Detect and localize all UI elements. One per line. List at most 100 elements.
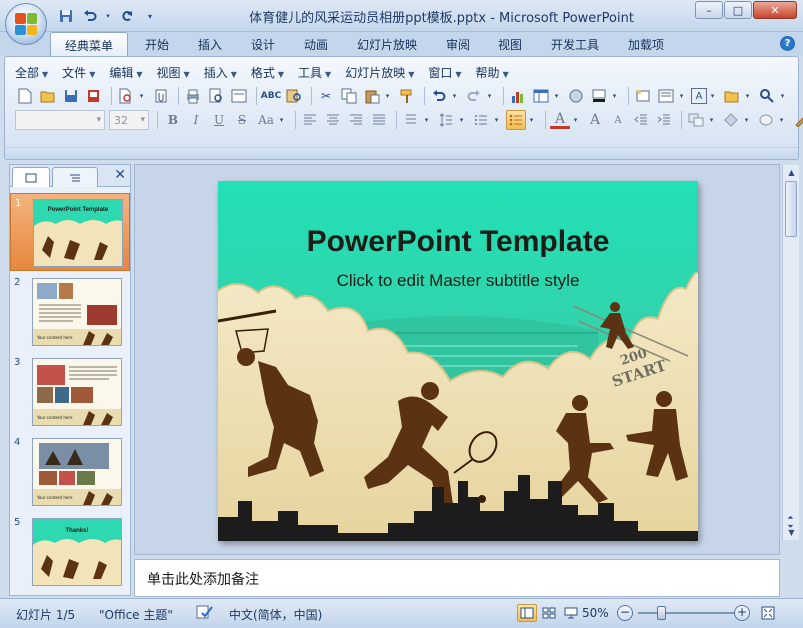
quick-styles-icon[interactable]: [721, 110, 741, 130]
menu-all[interactable]: 全部 ▼: [15, 64, 48, 82]
redo-icon[interactable]: [464, 86, 484, 106]
insert-clipart-icon[interactable]: [566, 86, 586, 106]
decrease-indent-icon[interactable]: [631, 110, 651, 130]
strikethrough-button[interactable]: S: [231, 110, 253, 130]
zoom-slider-thumb[interactable]: [656, 606, 666, 620]
font-size-combo[interactable]: 32: [109, 110, 149, 130]
open-folder-icon[interactable]: [722, 86, 742, 106]
tab-review[interactable]: 审阅: [446, 36, 470, 53]
normal-view-icon[interactable]: [517, 604, 537, 622]
fill-color-icon[interactable]: [589, 86, 609, 106]
undo-dropdown-icon[interactable]: ▾: [449, 86, 460, 106]
paste-dropdown-icon[interactable]: ▾: [382, 86, 393, 106]
tab-slides[interactable]: [12, 167, 50, 187]
quick-styles-dropdown-icon[interactable]: ▾: [741, 110, 752, 130]
next-slide-icon[interactable]: ⏷: [787, 522, 793, 531]
tab-outline[interactable]: [52, 167, 98, 187]
language-indicator[interactable]: 中文(简体，中国): [229, 606, 322, 623]
insert-table-icon[interactable]: [531, 86, 551, 106]
paste-icon[interactable]: [362, 86, 382, 106]
zoom-level[interactable]: 50%: [582, 606, 609, 620]
slide-sorter-view-icon[interactable]: [539, 604, 559, 622]
slide-show-view-icon[interactable]: [561, 604, 581, 622]
underline-button[interactable]: U: [208, 110, 230, 130]
help-icon[interactable]: ?: [780, 36, 795, 51]
change-case-button[interactable]: Aa: [254, 110, 278, 130]
new-document-icon[interactable]: [15, 86, 35, 106]
slide-thumbnail-3[interactable]: 3 Your content here: [10, 353, 130, 431]
text-direction-dropdown-icon[interactable]: ▾: [421, 110, 432, 130]
line-spacing-icon[interactable]: [436, 110, 456, 130]
current-slide[interactable]: 200 START PowerPoint Template Click to e…: [218, 181, 698, 541]
zoom-out-icon[interactable]: −: [617, 605, 633, 621]
save-icon[interactable]: [61, 86, 81, 106]
preview-icon[interactable]: [206, 86, 226, 106]
menu-insert[interactable]: 插入 ▼: [204, 64, 237, 82]
redo-dropdown-icon[interactable]: ▾: [484, 86, 495, 106]
office-button[interactable]: [5, 3, 47, 45]
find-dropdown-icon[interactable]: ▾: [777, 86, 788, 106]
menu-file[interactable]: 文件 ▼: [62, 64, 95, 82]
close-pane-icon[interactable]: ✕: [114, 167, 126, 183]
format-painter-icon[interactable]: [397, 86, 417, 106]
menu-edit[interactable]: 编辑 ▼: [109, 64, 142, 82]
scroll-up-icon[interactable]: ▲: [784, 165, 799, 180]
numbering-dropdown-icon[interactable]: ▾: [491, 110, 502, 130]
tab-slide-show[interactable]: 幻灯片放映: [357, 36, 417, 53]
fit-to-window-icon[interactable]: [758, 604, 778, 622]
slide-thumbnail-5[interactable]: 5 Thanks!: [10, 513, 130, 591]
copy-icon[interactable]: [339, 86, 359, 106]
italic-button[interactable]: I: [185, 110, 207, 130]
tab-view[interactable]: 视图: [498, 36, 522, 53]
folder-dropdown-icon[interactable]: ▾: [742, 86, 753, 106]
theme-name[interactable]: "Office 主题": [99, 606, 173, 623]
insert-chart-icon[interactable]: [508, 86, 528, 106]
undo-icon[interactable]: [429, 86, 449, 106]
tab-design[interactable]: 设计: [251, 36, 275, 53]
layout-dropdown-icon[interactable]: ▾: [676, 86, 687, 106]
tab-classic-menu[interactable]: 经典菜单: [50, 32, 128, 57]
bold-button[interactable]: B: [162, 110, 184, 130]
maximize-button[interactable]: □: [724, 1, 752, 19]
spell-check-icon[interactable]: [196, 604, 214, 623]
new-slide-icon[interactable]: [633, 86, 653, 106]
scrollbar-thumb[interactable]: [785, 181, 797, 237]
grow-font-icon[interactable]: A: [585, 110, 605, 130]
slide-thumbnail-2[interactable]: 2 Your content here: [10, 273, 130, 351]
attach-icon[interactable]: [151, 86, 171, 106]
dropdown-arrow-icon[interactable]: ▾: [136, 86, 147, 106]
menu-tools[interactable]: 工具 ▼: [298, 64, 331, 82]
font-name-combo[interactable]: [15, 110, 105, 130]
text-box-dropdown-icon[interactable]: ▾: [707, 86, 718, 106]
cut-icon[interactable]: ✂: [316, 86, 336, 106]
shape-fill-dropdown-icon[interactable]: ▾: [776, 110, 787, 130]
menu-slide-show[interactable]: 幻灯片放映 ▼: [345, 64, 414, 82]
zoom-in-icon[interactable]: +: [734, 605, 750, 621]
tab-insert[interactable]: 插入: [198, 36, 222, 53]
print-icon[interactable]: [183, 86, 203, 106]
menu-format[interactable]: 格式 ▼: [251, 64, 284, 82]
bullets-dropdown-icon[interactable]: ▾: [526, 110, 537, 130]
permission-icon[interactable]: [84, 86, 104, 106]
align-left-icon[interactable]: [300, 110, 320, 130]
align-right-icon[interactable]: [346, 110, 366, 130]
font-color-icon[interactable]: A: [550, 111, 570, 129]
tab-add-ins[interactable]: 加载项: [628, 36, 664, 53]
fill-dropdown-icon[interactable]: ▾: [609, 86, 620, 106]
notes-pane[interactable]: 单击此处添加备注: [134, 559, 780, 597]
slide-sorter-icon[interactable]: [229, 86, 249, 106]
open-folder-icon[interactable]: [38, 86, 58, 106]
table-dropdown-icon[interactable]: ▾: [551, 86, 562, 106]
previous-slide-icon[interactable]: ⏶: [787, 513, 793, 522]
text-direction-icon[interactable]: [401, 110, 421, 130]
find-icon[interactable]: [757, 86, 777, 106]
justify-icon[interactable]: [369, 110, 389, 130]
slide-thumbnail-1[interactable]: 1 PowerPoint Template: [10, 193, 130, 271]
tab-developer[interactable]: 开发工具: [551, 36, 599, 53]
menu-view[interactable]: 视图 ▼: [157, 64, 190, 82]
change-case-dropdown-icon[interactable]: ▾: [276, 110, 287, 130]
line-spacing-dropdown-icon[interactable]: ▾: [456, 110, 467, 130]
minimize-button[interactable]: –: [695, 1, 723, 19]
slide-title[interactable]: PowerPoint Template: [218, 225, 698, 259]
arrange-dropdown-icon[interactable]: ▾: [706, 110, 717, 130]
